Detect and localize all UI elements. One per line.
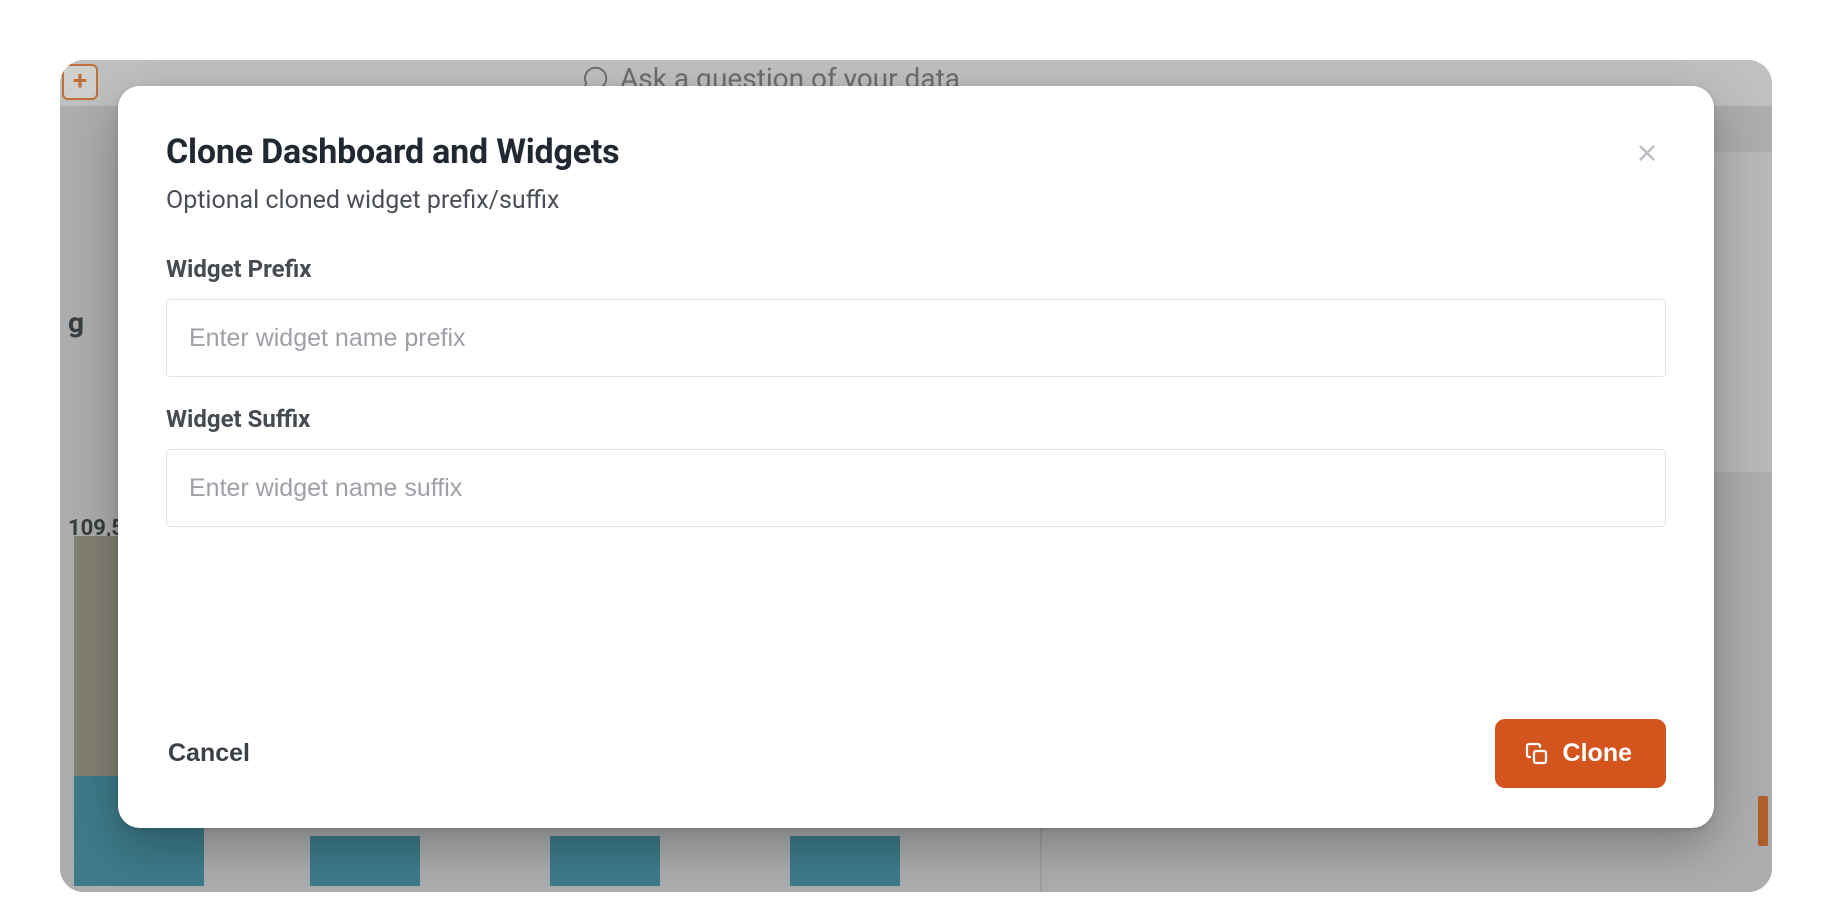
close-icon: [1636, 142, 1658, 164]
clone-dashboard-modal: Clone Dashboard and Widgets Optional clo…: [118, 86, 1714, 828]
modal-subtitle: Optional cloned widget prefix/suffix: [166, 186, 1666, 215]
copy-icon: [1525, 742, 1549, 766]
widget-suffix-input[interactable]: [166, 449, 1666, 527]
cancel-button[interactable]: Cancel: [166, 727, 252, 780]
clone-button[interactable]: Clone: [1495, 719, 1666, 788]
close-button[interactable]: [1630, 136, 1664, 170]
clone-button-label: Clone: [1563, 739, 1632, 768]
widget-prefix-label: Widget Prefix: [166, 255, 1666, 283]
widget-prefix-input[interactable]: [166, 299, 1666, 377]
background-truncated-text-left: g: [68, 306, 84, 339]
widget-suffix-label: Widget Suffix: [166, 405, 1666, 433]
modal-title: Clone Dashboard and Widgets: [166, 132, 1666, 172]
add-button: +: [62, 64, 98, 100]
